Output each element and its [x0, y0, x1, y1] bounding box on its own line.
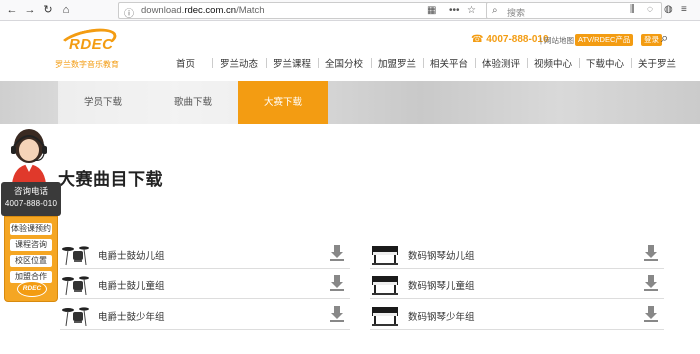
nav-item-platforms[interactable]: 相关平台: [430, 56, 468, 70]
menu-icon[interactable]: ≡: [681, 4, 687, 15]
page-title: 大赛曲目下载: [58, 170, 163, 189]
search-icon: ⌕: [492, 5, 498, 16]
site-info-icon[interactable]: ⓘ: [124, 5, 134, 20]
digital-piano-icon: [370, 273, 400, 297]
download-row[interactable]: 电爵士鼓儿童组: [60, 270, 350, 299]
bookmark-star-icon[interactable]: ☆: [467, 5, 476, 16]
logo-text: RDEC: [69, 36, 114, 53]
nav-item-downloads[interactable]: 下载中心: [586, 56, 624, 70]
tab-contest-downloads[interactable]: 大赛下载: [238, 81, 328, 124]
consult-phone: 4007-888-010: [4, 199, 58, 208]
logo-caption: 罗兰数字音乐教育: [55, 60, 119, 69]
nav-item-branches[interactable]: 全国分校: [325, 56, 363, 70]
download-label: 电爵士鼓儿童组: [98, 281, 165, 292]
forward-icon[interactable]: →: [23, 3, 37, 17]
nav-separator: [579, 58, 580, 68]
consult-phone-box[interactable]: 咨询电话 4007-888-010: [1, 182, 61, 216]
home-icon[interactable]: ⌂: [59, 3, 73, 17]
search-icon[interactable]: ⌕: [661, 30, 668, 46]
drum-kit-icon: [60, 304, 90, 328]
digital-piano-icon: [370, 304, 400, 328]
download-label: 数码钢琴儿童组: [408, 281, 475, 292]
tab-song-downloads[interactable]: 歌曲下载: [148, 81, 238, 124]
customer-service-avatar-icon: [11, 129, 47, 184]
nav-separator: [423, 58, 424, 68]
download-label: 电爵士鼓幼儿组: [98, 251, 165, 262]
download-icon[interactable]: [644, 306, 658, 322]
atv-products-button[interactable]: ATV/RDEC产品: [575, 34, 634, 46]
login-button[interactable]: 登录: [641, 34, 662, 46]
qr-code-icon[interactable]: ▦: [427, 5, 436, 16]
download-tabs-banner: 学员下载 歌曲下载 大赛下载: [0, 81, 700, 124]
download-icon[interactable]: [330, 275, 344, 291]
nav-item-videos[interactable]: 视频中心: [534, 56, 572, 70]
download-label: 数码钢琴幼儿组: [408, 251, 475, 262]
nav-separator: [631, 58, 632, 68]
hotline: ☎ 4007-888-010: [471, 34, 549, 45]
nav-item-assessment[interactable]: 体验测评: [482, 56, 520, 70]
download-label: 电爵士鼓少年组: [98, 312, 165, 323]
download-row[interactable]: 电爵士鼓少年组: [60, 301, 350, 330]
nav-item-about[interactable]: 关于罗兰: [638, 56, 676, 70]
consult-logo: RDEC: [17, 281, 47, 297]
page-actions-icon[interactable]: •••: [449, 5, 460, 16]
search-placeholder: 搜索: [507, 8, 526, 18]
digital-piano-icon: [370, 243, 400, 267]
consult-menu: 体验课预约 课程咨询 校区位置 加盟合作 RDEC: [4, 216, 58, 302]
download-icon[interactable]: [330, 306, 344, 322]
chat-icon[interactable]: ◌: [647, 4, 653, 15]
site-header: RDEC 罗兰数字音乐教育 ☎ 4007-888-010 | 网站地图 ATV/…: [0, 22, 700, 80]
rdec-logo[interactable]: RDEC 罗兰数字音乐教育: [55, 24, 125, 74]
sitemap-link[interactable]: | 网站地图: [540, 35, 574, 46]
nav-item-courses[interactable]: 罗兰课程: [273, 56, 311, 70]
download-icon[interactable]: [330, 245, 344, 261]
nav-separator: [527, 58, 528, 68]
nav-item-home[interactable]: 首页: [176, 56, 195, 70]
drum-kit-icon: [60, 243, 90, 267]
campus-location-button[interactable]: 校区位置: [10, 255, 52, 267]
address-bar[interactable]: ⓘ download.rdec.com.cn/Match ▦ ••• ☆: [118, 2, 490, 20]
browser-toolbar: ← → ↻ ⌂ ⓘ download.rdec.com.cn/Match ▦ •…: [0, 0, 700, 21]
tab-student-downloads[interactable]: 学员下载: [58, 81, 148, 124]
trial-booking-button[interactable]: 体验课预约: [10, 223, 52, 235]
download-icon[interactable]: [644, 275, 658, 291]
nav-separator: [475, 58, 476, 68]
browser-search-bar[interactable]: ⌕ 搜索: [486, 2, 662, 19]
download-row[interactable]: 电爵士鼓幼儿组: [60, 240, 350, 269]
drum-kit-icon: [60, 273, 90, 297]
nav-item-news[interactable]: 罗兰动态: [220, 56, 258, 70]
reload-icon[interactable]: ↻: [41, 3, 55, 17]
download-row[interactable]: 数码钢琴幼儿组: [370, 240, 664, 269]
nav-separator: [318, 58, 319, 68]
url-text[interactable]: download.rdec.com.cn/Match: [141, 5, 265, 16]
library-icon[interactable]: ⫼: [630, 4, 635, 15]
consult-widget: 咨询电话 4007-888-010 体验课预约 课程咨询 校区位置 加盟合作 R…: [0, 126, 62, 302]
nav-separator: [212, 58, 213, 68]
nav-separator: [266, 58, 267, 68]
extension-icon[interactable]: ◍: [664, 4, 673, 15]
nav-separator: [371, 58, 372, 68]
download-row[interactable]: 数码钢琴少年组: [370, 301, 664, 330]
back-icon[interactable]: ←: [5, 3, 19, 17]
download-icon[interactable]: [644, 245, 658, 261]
consult-title: 咨询电话: [13, 186, 48, 196]
download-row[interactable]: 数码钢琴儿童组: [370, 270, 664, 299]
nav-item-franchise[interactable]: 加盟罗兰: [378, 56, 416, 70]
course-consult-button[interactable]: 课程咨询: [10, 239, 52, 251]
download-label: 数码钢琴少年组: [408, 312, 475, 323]
